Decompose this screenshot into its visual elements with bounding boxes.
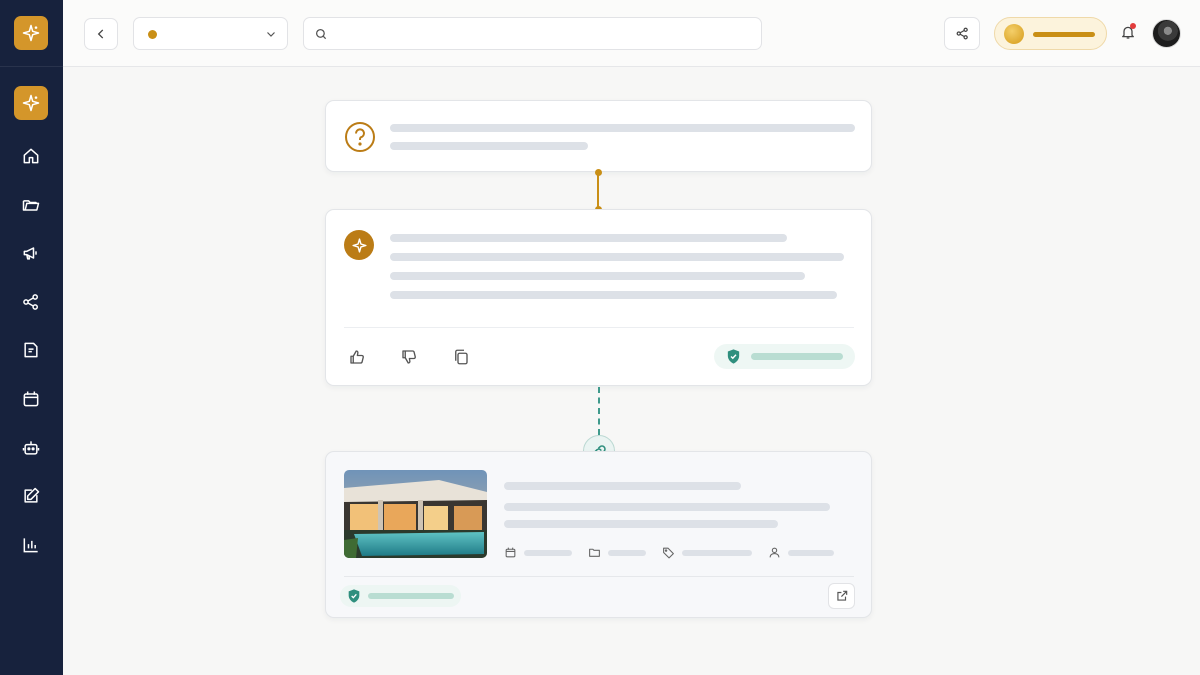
app-logo[interactable] xyxy=(14,16,48,50)
ai-avatar xyxy=(344,230,374,260)
sidebar-item-assistant[interactable] xyxy=(14,431,48,465)
source-text-line xyxy=(504,520,778,528)
folder-icon xyxy=(22,200,40,211)
credits-value-placeholder xyxy=(1033,32,1095,37)
top-bar xyxy=(63,0,1200,67)
search-input[interactable] xyxy=(336,24,746,44)
sparkle-icon xyxy=(22,24,40,42)
sidebar-item-campaigns[interactable] xyxy=(14,236,48,270)
edit-icon xyxy=(24,487,40,503)
search-icon xyxy=(315,28,327,40)
dislike-button[interactable] xyxy=(397,345,421,369)
user-avatar[interactable] xyxy=(1152,19,1181,48)
calendar-icon xyxy=(505,547,516,558)
sidebar-item-network[interactable] xyxy=(14,285,48,319)
bar-chart-icon xyxy=(23,538,38,553)
meta-folder-placeholder xyxy=(608,550,646,556)
answer-text-line xyxy=(390,291,837,299)
verified-label-placeholder xyxy=(368,593,454,599)
shield-check-icon xyxy=(727,349,740,364)
sidebar-item-documents[interactable] xyxy=(14,333,48,367)
copy-icon xyxy=(455,349,468,365)
thumbs-up-icon xyxy=(350,350,364,364)
thumbs-down-icon xyxy=(402,350,416,364)
workspace-select[interactable] xyxy=(133,17,288,50)
coin-icon xyxy=(1004,24,1024,44)
meta-author-placeholder xyxy=(788,550,834,556)
question-text-line xyxy=(390,124,855,132)
share-nodes-icon xyxy=(956,27,968,40)
shield-check-icon xyxy=(348,589,360,603)
divider xyxy=(344,576,854,577)
sidebar-item-files[interactable] xyxy=(14,188,48,222)
copy-button[interactable] xyxy=(449,345,473,369)
question-text-line xyxy=(390,142,588,150)
chevron-left-icon xyxy=(97,29,104,39)
connector-dot xyxy=(595,169,602,176)
sidebar-item-calendar[interactable] xyxy=(14,382,48,416)
answer-text-line xyxy=(390,234,787,242)
answer-card xyxy=(325,209,872,386)
source-thumbnail[interactable] xyxy=(344,470,487,558)
sidebar-item-editor[interactable] xyxy=(14,479,48,513)
meta-date-placeholder xyxy=(524,550,572,556)
open-source-button[interactable] xyxy=(828,583,855,609)
external-link-icon xyxy=(836,590,847,601)
question-circle-icon xyxy=(345,122,375,152)
share-button[interactable] xyxy=(944,17,980,50)
folder-icon xyxy=(589,548,600,557)
back-button[interactable] xyxy=(84,18,118,50)
divider xyxy=(344,327,854,328)
verified-badge xyxy=(340,585,461,607)
credits-balance[interactable] xyxy=(994,17,1107,50)
share-nodes-icon xyxy=(23,294,39,310)
source-card xyxy=(325,451,872,618)
tag-icon xyxy=(663,547,674,559)
question-card xyxy=(325,100,872,172)
workspace-dot xyxy=(148,30,157,39)
sidebar-item-home[interactable] xyxy=(14,139,48,173)
robot-icon xyxy=(22,441,40,455)
sidebar-item-analytics[interactable] xyxy=(14,528,48,562)
verified-label-placeholder xyxy=(751,353,843,360)
answer-text-line xyxy=(390,272,805,280)
notification-dot xyxy=(1130,23,1136,29)
megaphone-icon xyxy=(23,247,37,260)
home-icon xyxy=(23,148,39,164)
chevron-down-icon xyxy=(267,32,275,37)
sparkle-icon xyxy=(351,237,367,253)
villa-pool-image xyxy=(344,470,487,558)
source-text-line xyxy=(504,503,830,511)
like-button[interactable] xyxy=(345,345,369,369)
document-icon xyxy=(24,342,38,358)
source-connector xyxy=(598,387,600,435)
meta-tag-placeholder xyxy=(682,550,752,556)
calendar-icon xyxy=(23,391,39,407)
answer-text-line xyxy=(390,253,844,261)
sparkle-icon xyxy=(22,94,40,112)
sidebar-divider xyxy=(0,66,63,67)
sidebar-item-ai[interactable] xyxy=(14,86,48,120)
verified-badge xyxy=(714,344,855,369)
flow-connector xyxy=(597,173,599,209)
user-icon xyxy=(769,547,780,558)
search-bar[interactable] xyxy=(303,17,762,50)
source-title-line xyxy=(504,482,741,490)
sidebar xyxy=(0,0,63,675)
